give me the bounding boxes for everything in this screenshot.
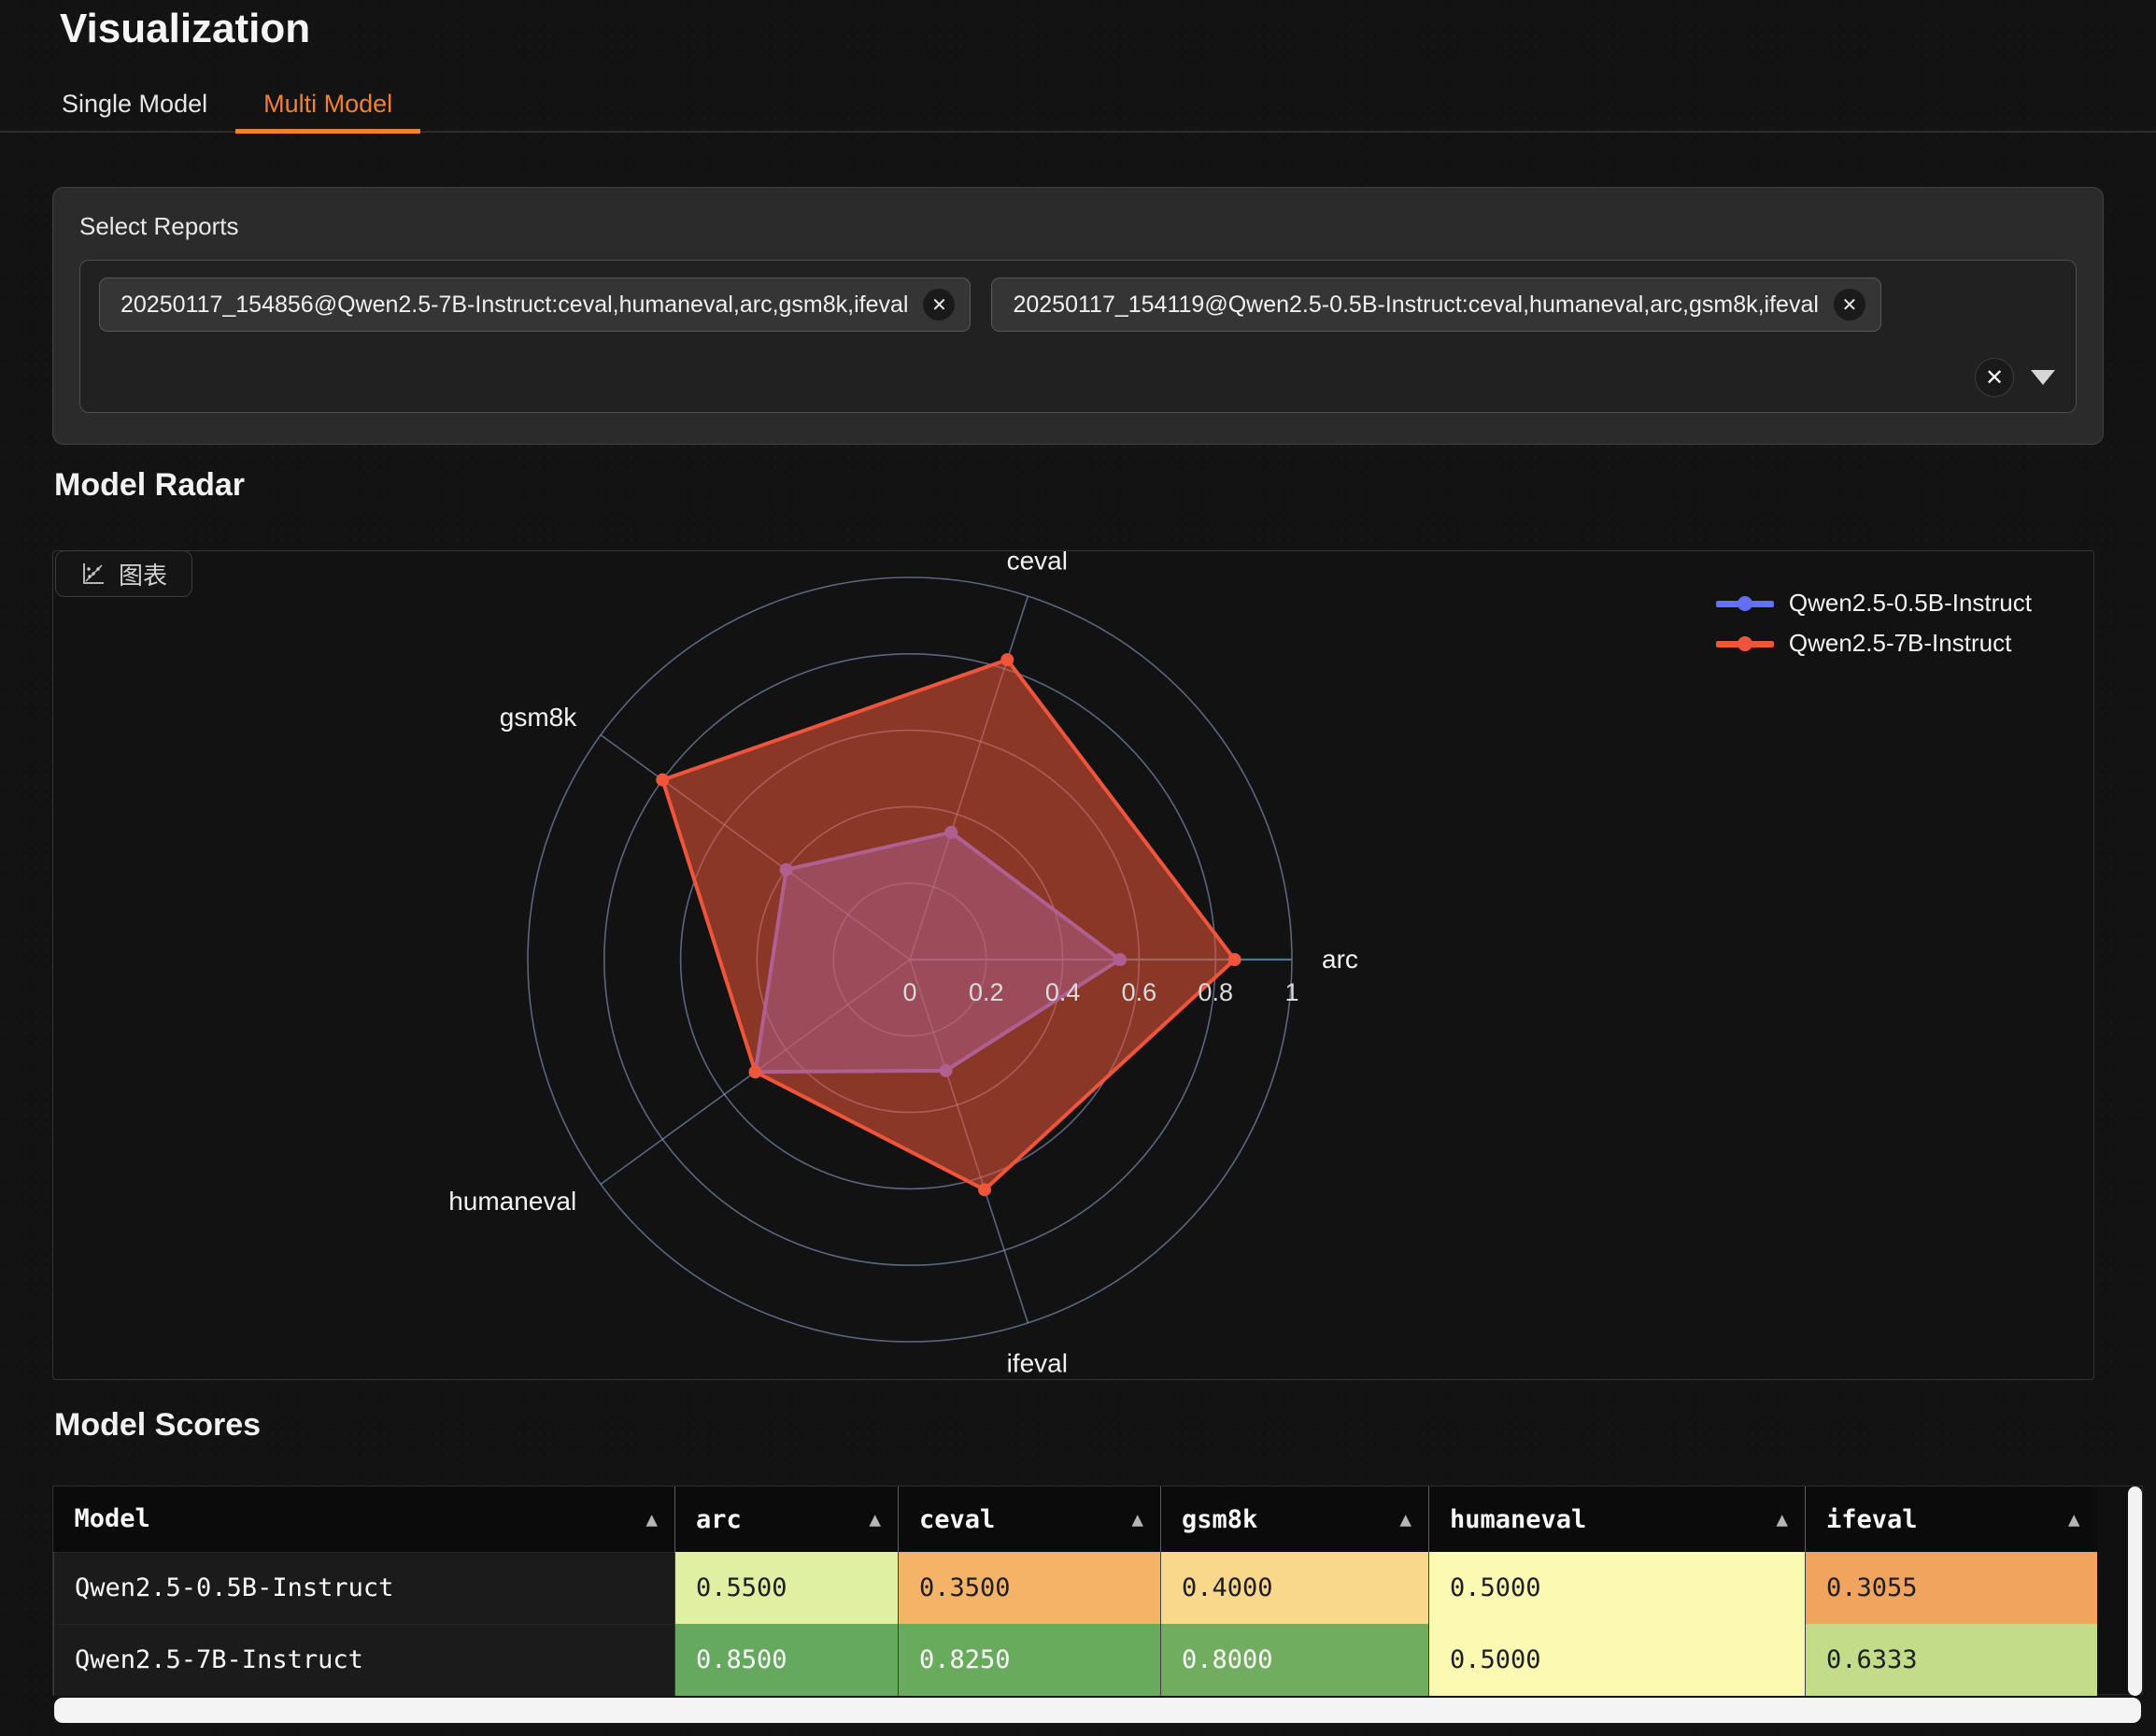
scores-section-heading: Model Scores <box>54 1407 261 1444</box>
model-scores-table-container: Model▲arc▲ceval▲gsm8k▲humaneval▲ifeval▲ … <box>52 1486 2143 1695</box>
radar-series-Qwen2.5-7B-Instruct[interactable] <box>662 660 1234 1189</box>
tab-single-model[interactable]: Single Model <box>34 77 235 131</box>
column-header-humaneval[interactable]: humaneval ▲ <box>1429 1487 1806 1552</box>
remove-token-icon[interactable]: ✕ <box>1834 289 1865 320</box>
radar-tick-label: 1 <box>1284 978 1298 1006</box>
page-title: Visualization <box>60 6 310 52</box>
radar-panel: 图表 00.20.40.60.81arccevalgsm8khumanevali… <box>52 550 2094 1380</box>
column-header-label: gsm8k <box>1182 1505 1257 1534</box>
score-cell[interactable]: 0.5000 <box>1429 1552 1806 1624</box>
radar-tick-label: 0.6 <box>1122 978 1157 1006</box>
chevron-down-icon[interactable] <box>2031 370 2055 385</box>
table-row: Qwen2.5-7B-Instruct0.85000.82500.80000.5… <box>54 1624 2097 1696</box>
model-scores-table: Model▲arc▲ceval▲gsm8k▲humaneval▲ifeval▲ … <box>53 1487 2097 1696</box>
radar-tick-label: 0.4 <box>1045 978 1081 1006</box>
score-cell[interactable]: 0.5000 <box>1429 1624 1806 1696</box>
report-token-label: 20250117_154856@Qwen2.5-7B-Instruct:ceva… <box>121 292 908 319</box>
score-cell[interactable]: 0.8000 <box>1161 1624 1429 1696</box>
radar-tick-label: 0.2 <box>969 978 1004 1006</box>
reports-multiselect[interactable]: 20250117_154856@Qwen2.5-7B-Instruct:ceva… <box>79 260 2077 413</box>
radar-data-point[interactable] <box>1000 653 1014 666</box>
radar-axis-label-ifeval: ifeval <box>1007 1348 1068 1377</box>
radar-axis-label-ceval: ceval <box>1007 551 1068 576</box>
clear-all-icon[interactable]: ✕ <box>1975 358 2014 397</box>
report-token-label: 20250117_154119@Qwen2.5-0.5B-Instruct:ce… <box>1013 292 1818 319</box>
radar-data-point[interactable] <box>749 1065 762 1078</box>
selected-reports: 20250117_154856@Qwen2.5-7B-Instruct:ceva… <box>99 277 2057 332</box>
score-cell[interactable]: 0.3055 <box>1806 1552 2097 1624</box>
column-header-gsm8k[interactable]: gsm8k ▲ <box>1161 1487 1429 1552</box>
score-cell[interactable]: 0.8250 <box>899 1624 1161 1696</box>
sort-arrow-icon[interactable]: ▲ <box>869 1508 881 1530</box>
radar-axis-label-gsm8k: gsm8k <box>500 703 577 732</box>
radar-data-point[interactable] <box>1228 953 1241 966</box>
remove-token-icon[interactable]: ✕ <box>923 289 955 320</box>
radar-tick-label: 0.8 <box>1198 978 1233 1006</box>
select-reports-panel: Select Reports 20250117_154856@Qwen2.5-7… <box>52 187 2104 445</box>
tabbar: Single Model Multi Model <box>0 77 2156 133</box>
radar-chart: 0 0.2 0.4 0.6 0.8 1 arc ceval gsm8k humaneval ifev… <box>53 551 2095 1381</box>
sort-arrow-icon[interactable]: ▲ <box>1776 1508 1788 1530</box>
column-header-label: ifeval <box>1826 1505 1918 1534</box>
radar-data-point[interactable] <box>656 774 669 787</box>
table-vertical-scrollbar[interactable] <box>2128 1487 2142 1696</box>
legend-item[interactable]: Qwen2.5-7B-Instruct <box>1716 629 2032 658</box>
legend-label: Qwen2.5-0.5B-Instruct <box>1789 589 2032 618</box>
page: Visualization Single Model Multi Model S… <box>0 0 2156 1736</box>
sort-arrow-icon[interactable]: ▲ <box>2068 1508 2080 1530</box>
table-header: Model ▲ arc ▲ ceval ▲ gsm8k ▲ humaneval ▲ ifeval ▲ <box>54 1487 2097 1552</box>
model-name-cell[interactable]: Qwen2.5-0.5B-Instruct <box>54 1552 675 1624</box>
radar-tick-label: 0 <box>902 978 916 1006</box>
model-name-cell[interactable]: Qwen2.5-7B-Instruct <box>54 1624 675 1696</box>
column-header-label: humaneval <box>1450 1505 1586 1534</box>
sort-arrow-icon[interactable]: ▲ <box>1399 1508 1411 1530</box>
column-header-label: arc <box>696 1505 742 1534</box>
column-header-label: ceval <box>919 1505 995 1534</box>
legend-swatch-icon <box>1716 636 1774 651</box>
radar-data-point[interactable] <box>978 1183 991 1196</box>
radar-legend: Qwen2.5-0.5B-Instruct Qwen2.5-7B-Instruct <box>1716 589 2032 658</box>
sort-arrow-icon[interactable]: ▲ <box>645 1508 658 1530</box>
column-header-ceval[interactable]: ceval ▲ <box>899 1487 1161 1552</box>
radar-section-heading: Model Radar <box>54 467 245 504</box>
column-header-ifeval[interactable]: ifeval ▲ <box>1806 1487 2097 1552</box>
score-cell[interactable]: 0.6333 <box>1806 1624 2097 1696</box>
tab-multi-model[interactable]: Multi Model <box>235 77 420 131</box>
score-cell[interactable]: 0.3500 <box>899 1552 1161 1624</box>
sort-arrow-icon[interactable]: ▲ <box>1131 1508 1143 1530</box>
report-token: 20250117_154119@Qwen2.5-0.5B-Instruct:ce… <box>991 277 1880 332</box>
column-header-arc[interactable]: arc ▲ <box>675 1487 899 1552</box>
column-header-Model[interactable]: Model ▲ <box>54 1487 675 1552</box>
score-cell[interactable]: 0.8500 <box>675 1624 899 1696</box>
legend-label: Qwen2.5-7B-Instruct <box>1789 629 2011 658</box>
legend-swatch-icon <box>1716 596 1774 611</box>
score-cell[interactable]: 0.5500 <box>675 1552 899 1624</box>
legend-item[interactable]: Qwen2.5-0.5B-Instruct <box>1716 589 2032 618</box>
table-horizontal-scrollbar[interactable] <box>54 1698 2141 1723</box>
table-row: Qwen2.5-0.5B-Instruct0.55000.35000.40000… <box>54 1552 2097 1624</box>
select-reports-label: Select Reports <box>79 212 2077 241</box>
report-token: 20250117_154856@Qwen2.5-7B-Instruct:ceva… <box>99 277 971 332</box>
radar-axis-label-arc: arc <box>1322 945 1358 974</box>
multiselect-controls: ✕ <box>1975 358 2055 397</box>
score-cell[interactable]: 0.4000 <box>1161 1552 1429 1624</box>
column-header-label: Model <box>75 1504 150 1533</box>
radar-axis-label-humaneval: humaneval <box>448 1187 576 1216</box>
